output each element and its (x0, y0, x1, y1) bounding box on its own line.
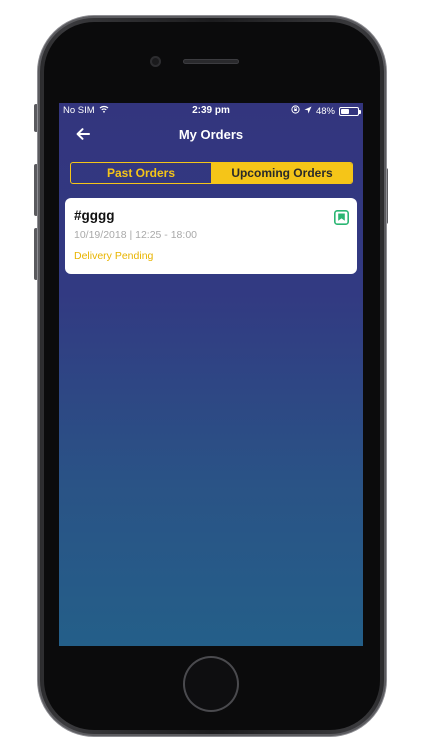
status-bar: No SIM 2:39 pm 48% (59, 103, 363, 119)
battery-icon (339, 106, 361, 116)
tab-upcoming-orders[interactable]: Upcoming Orders (212, 163, 352, 183)
order-status: Delivery Pending (74, 250, 154, 262)
app-screen: No SIM 2:39 pm 48% My Orders Past Orders… (59, 103, 363, 646)
location-arrow-icon (304, 106, 312, 117)
order-id: #gggg (74, 208, 115, 223)
order-card[interactable]: #gggg 10/19/2018 | 12:25 - 18:00 Deliver… (65, 198, 357, 274)
page-title: My Orders (178, 127, 244, 142)
battery-percent: 48% (315, 105, 335, 117)
home-button[interactable] (183, 656, 239, 712)
front-camera (150, 56, 161, 67)
status-right: 48% (291, 105, 361, 117)
nav-bar: My Orders (59, 119, 363, 153)
order-type-icon (334, 210, 349, 225)
battery-fill (341, 108, 349, 114)
order-datetime: 10/19/2018 | 12:25 - 18:00 (74, 229, 197, 241)
orders-segmented-control: Past Orders Upcoming Orders (70, 162, 353, 184)
orientation-lock-icon (291, 105, 300, 117)
tab-past-orders[interactable]: Past Orders (71, 163, 212, 183)
earpiece-speaker (183, 59, 239, 64)
